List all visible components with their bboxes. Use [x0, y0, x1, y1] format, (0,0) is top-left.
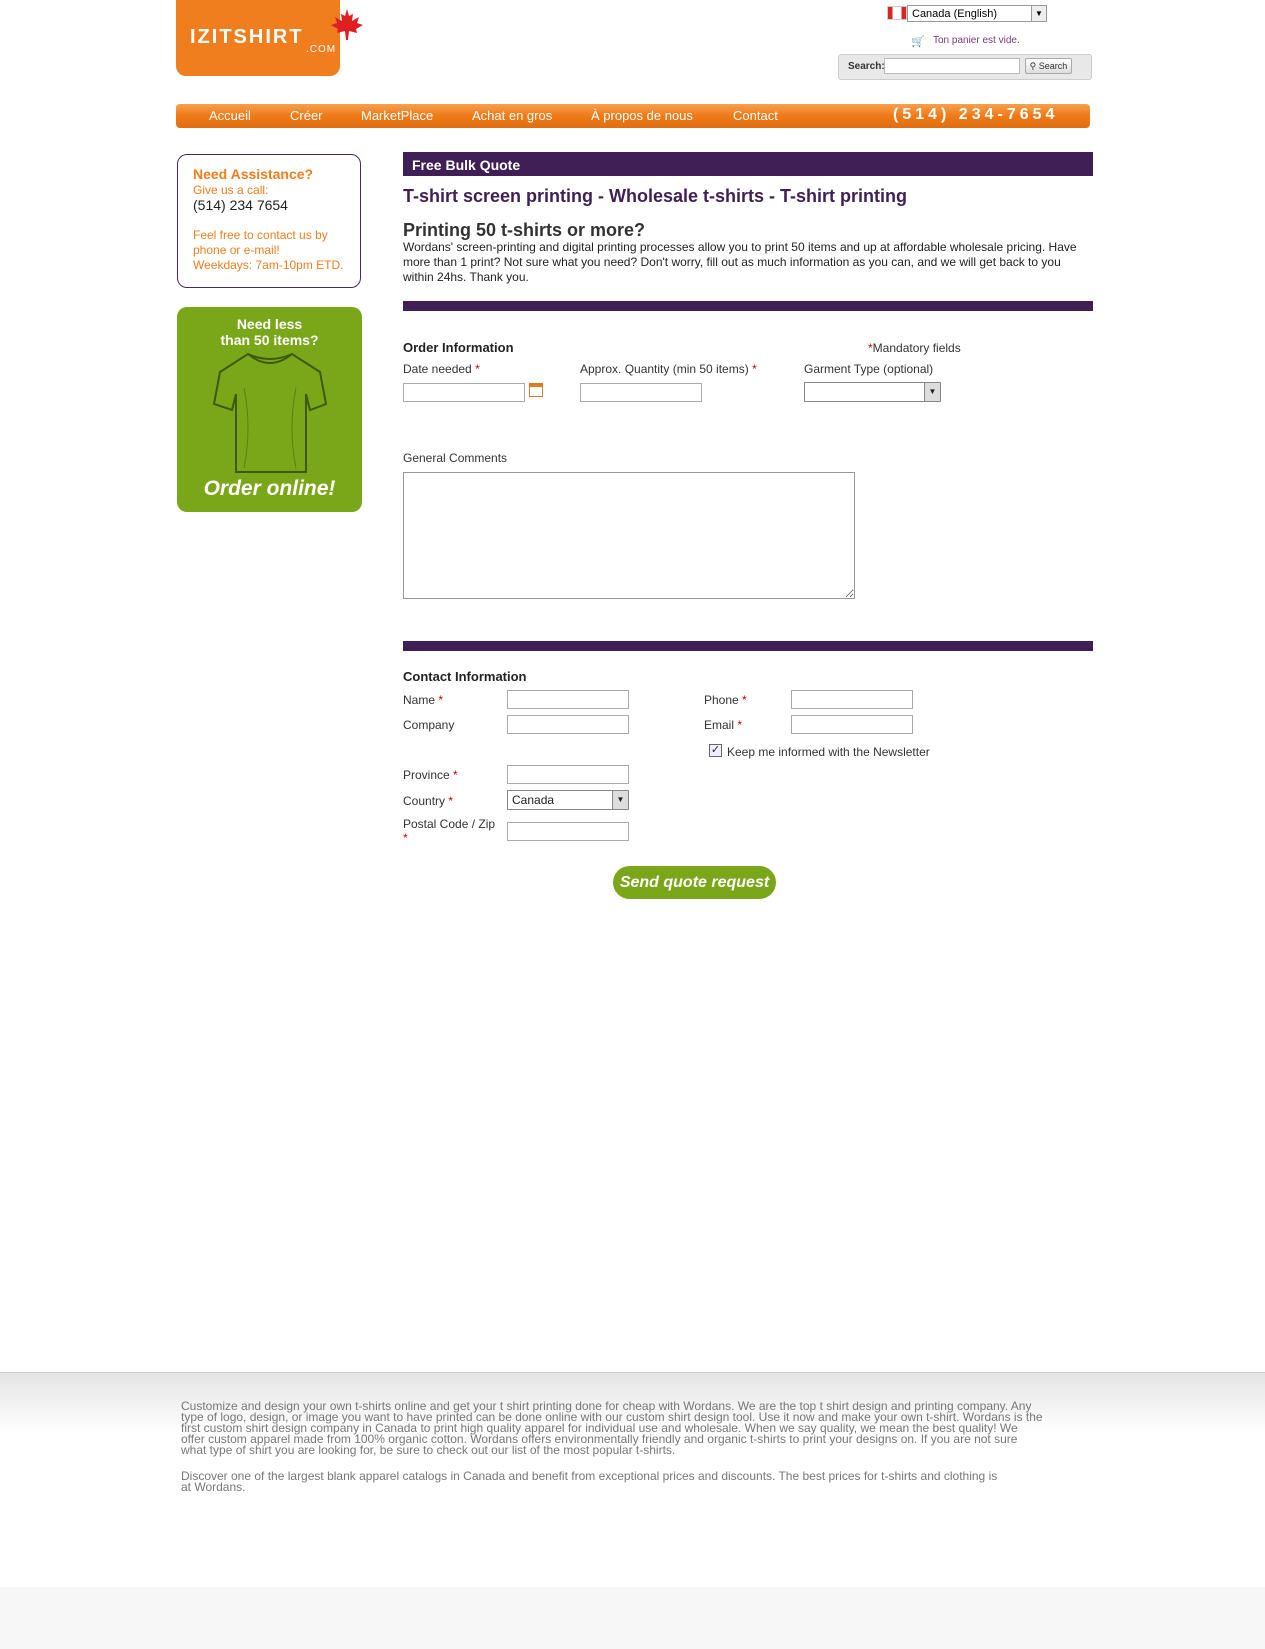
name-label-text: Name: [403, 693, 436, 707]
mandatory-text: Mandatory fields: [872, 341, 961, 355]
country-label-text: Country: [403, 794, 446, 808]
email-label: Email *: [704, 718, 742, 732]
comments-textarea[interactable]: [403, 472, 855, 599]
assistance-info-line: Feel free to contact us by: [193, 228, 328, 242]
assistance-phone: (514) 234 7654: [193, 197, 288, 213]
quantity-label: Approx. Quantity (min 50 items) *: [580, 362, 757, 376]
logo-text: IZITSHIRT: [190, 26, 304, 48]
footer-text-line: Discover one of the largest blank appare…: [181, 1469, 998, 1483]
nav-item-marketplace[interactable]: MarketPlace: [361, 108, 433, 123]
nav-item-a-propos[interactable]: À propos de nous: [591, 108, 693, 123]
name-input[interactable]: [507, 690, 629, 709]
tshirt-icon: [212, 352, 328, 473]
email-label-text: Email: [704, 718, 735, 732]
locale-value: Canada (English): [912, 8, 997, 20]
main-heading: T-shirt screen printing - Wholesale t-sh…: [403, 186, 908, 206]
required-mark: *: [403, 831, 408, 845]
newsletter-label: Keep me informed with the Newsletter: [727, 745, 930, 759]
comments-label: General Comments: [403, 451, 508, 465]
country-label: Country *: [403, 794, 453, 808]
canada-flag-icon: [887, 6, 907, 20]
promo-cta[interactable]: Order online!: [177, 477, 362, 501]
country-select[interactable]: Canada ▼: [507, 790, 629, 810]
assistance-info-line: phone or e-mail!: [193, 243, 280, 257]
province-label-text: Province: [403, 768, 450, 782]
section-divider: [403, 641, 1093, 651]
assistance-title: Need Assistance?: [193, 166, 314, 182]
search-icon: ⚲: [1029, 61, 1037, 71]
date-needed-label-text: Date needed: [403, 362, 472, 376]
sub-heading: Printing 50 t-shirts or more?: [403, 220, 646, 240]
company-label: Company: [403, 718, 455, 732]
postal-code-input[interactable]: [507, 822, 629, 841]
page-title: Free Bulk Quote: [412, 157, 521, 173]
assistance-hours: Weekdays: 7am-10pm ETD.: [193, 258, 344, 272]
phone-label: Phone *: [704, 693, 747, 707]
search-input[interactable]: [884, 58, 1020, 74]
section-divider: [403, 301, 1093, 311]
required-mark: *: [475, 362, 480, 376]
promo-title-line: Need less: [236, 316, 303, 332]
garment-type-select[interactable]: ▼: [804, 382, 941, 402]
required-mark: *: [453, 768, 458, 782]
assistance-info: Feel free to contact us by phone or e-ma…: [193, 228, 361, 273]
date-needed-label: Date needed *: [403, 362, 480, 376]
send-quote-button[interactable]: Send quote request: [613, 866, 776, 899]
quantity-label-text: Approx. Quantity (min 50 items): [580, 362, 749, 376]
promo-title: Need less than 50 items?: [177, 316, 362, 348]
garment-type-label: Garment Type (optional): [804, 362, 934, 376]
nav-item-creer[interactable]: Créer: [290, 108, 323, 123]
maple-leaf-icon: [331, 9, 363, 40]
country-value: Canada: [512, 793, 555, 807]
postal-code-label: Postal Code / Zip *: [403, 817, 503, 845]
search-button-label: Search: [1038, 61, 1068, 71]
footer-catalog-text: Discover one of the largest blank appare…: [181, 1469, 1081, 1494]
date-needed-input[interactable]: [403, 383, 525, 402]
required-mark: *: [752, 362, 757, 376]
phone-label-text: Phone: [704, 693, 739, 707]
intro-text: Wordans' screen-printing and digital pri…: [403, 240, 1077, 284]
nav-item-achat-en-gros[interactable]: Achat en gros: [472, 108, 552, 123]
search-button[interactable]: ⚲ Search: [1025, 58, 1072, 74]
chevron-down-icon: ▼: [612, 791, 628, 809]
logo-subtext: .COM: [306, 44, 337, 55]
calendar-icon[interactable]: [529, 383, 543, 397]
postal-code-label-text: Postal Code / Zip: [403, 817, 496, 831]
nav-phone: (514) 234-7654: [893, 106, 1059, 123]
mandatory-note: *Mandatory fields: [868, 341, 961, 355]
locale-select[interactable]: Canada (English) ▼: [907, 5, 1047, 22]
required-mark: *: [737, 718, 743, 732]
chevron-down-icon: ▼: [1031, 6, 1046, 21]
email-input[interactable]: [791, 715, 913, 734]
chevron-down-icon: ▼: [924, 383, 940, 401]
required-mark: *: [742, 693, 747, 707]
company-input[interactable]: [507, 715, 629, 734]
contact-info-title: Contact Information: [403, 669, 527, 684]
order-info-title: Order Information: [403, 340, 514, 355]
province-input[interactable]: [507, 765, 629, 784]
name-label: Name *: [403, 693, 443, 707]
footer-bottom: [0, 1587, 1265, 1649]
nav-item-contact[interactable]: Contact: [733, 108, 778, 123]
footer-text-line: at Wordans.: [181, 1480, 246, 1494]
cart-icon[interactable]: 🛒: [911, 35, 925, 48]
province-label: Province *: [403, 768, 458, 782]
required-mark: *: [438, 693, 444, 707]
footer-seo-text: Customize and design your own t-shirts o…: [181, 1400, 1081, 1457]
search-label: Search:: [848, 61, 885, 72]
promo-title-line: than 50 items?: [220, 332, 319, 348]
newsletter-checkbox[interactable]: ✓: [709, 744, 722, 757]
phone-input[interactable]: [791, 690, 913, 709]
required-mark: *: [448, 794, 454, 808]
quantity-input[interactable]: [580, 383, 702, 402]
cart-status[interactable]: Ton panier est vide.: [933, 35, 1020, 46]
footer-text-line: what type of shirt you are looking for, …: [181, 1443, 676, 1457]
nav-item-accueil[interactable]: Accueil: [209, 108, 251, 123]
assistance-call-label: Give us a call:: [193, 183, 269, 197]
